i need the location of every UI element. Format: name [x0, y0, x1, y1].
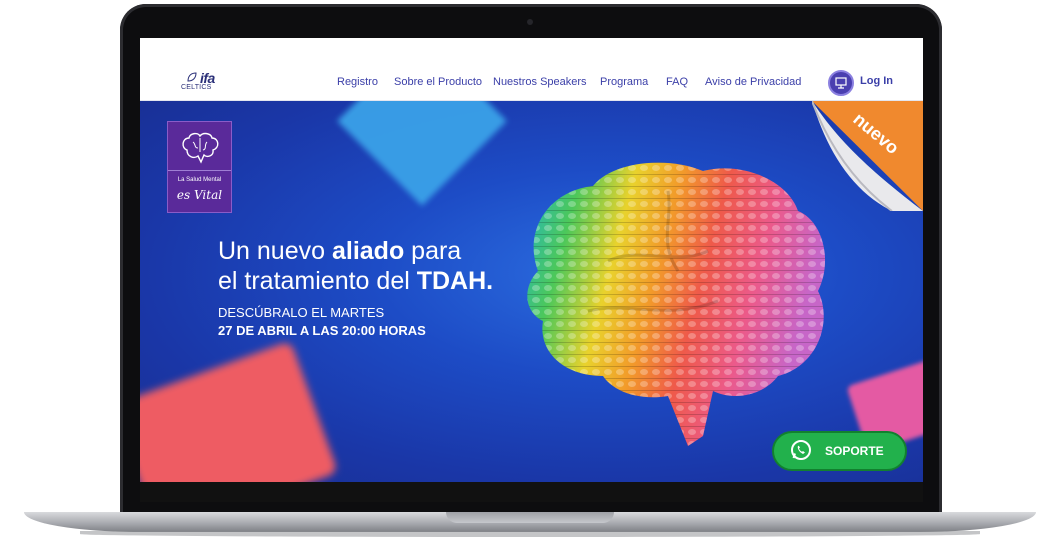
blurred-lego-block: [140, 340, 339, 482]
soporte-whatsapp-button[interactable]: SOPORTE: [772, 431, 907, 471]
blurred-lego-block: [337, 101, 507, 206]
headline-bold: aliado: [331, 237, 405, 265]
top-nav: ifa CELTICS Registro Sobre el Producto N…: [140, 38, 923, 101]
lego-brain-illustration: [527, 162, 826, 446]
badge-line1: La Salud Mental: [177, 177, 222, 183]
leaf-icon: [187, 72, 197, 82]
screen-bottom-bezel: [140, 482, 923, 502]
login-link[interactable]: Log In: [860, 75, 893, 87]
nav-faq[interactable]: FAQ: [666, 76, 688, 88]
headline-text: el tratamiento del: [218, 267, 417, 295]
camera: [527, 19, 533, 25]
nav-nuestros-speakers[interactable]: Nuestros Speakers: [493, 76, 587, 88]
nav-programa[interactable]: Programa: [600, 76, 648, 88]
user-icon[interactable]: [828, 70, 854, 96]
headline-text: Un nuevo: [218, 237, 332, 265]
event-date-intro: DESCÚBRALO EL MARTES: [218, 305, 385, 320]
logo-sub: CELTICS: [181, 84, 212, 91]
brain-icon: [182, 132, 219, 164]
hero-headline: Un nuevo aliado para el tratamiento del …: [218, 236, 493, 296]
soporte-label: SOPORTE: [825, 444, 884, 458]
nav-sobre-el-producto[interactable]: Sobre el Producto: [394, 76, 482, 88]
nuevo-corner-ribbon: nuevo: [812, 101, 923, 211]
ifa-celtics-logo[interactable]: ifa CELTICS: [180, 68, 226, 96]
badge-line2: es Vital: [176, 188, 223, 202]
badge-divider: [168, 170, 231, 171]
headline-bold: TDAH.: [416, 267, 494, 295]
nav-aviso-de-privacidad[interactable]: Aviso de Privacidad: [705, 76, 801, 88]
laptop-notch: [446, 512, 614, 523]
hero-banner: La Salud Mental es Vital Un nuevo aliado…: [140, 101, 923, 482]
whatsapp-icon: [791, 440, 811, 460]
salud-mental-badge: La Salud Mental es Vital: [167, 121, 232, 213]
browser-screen: ifa CELTICS Registro Sobre el Producto N…: [140, 38, 923, 482]
nav-registro[interactable]: Registro: [337, 76, 378, 88]
event-date: 27 DE ABRIL A LAS 20:00 HORAS: [218, 323, 426, 338]
laptop-shadow: [80, 531, 980, 537]
headline-text: para: [404, 237, 462, 265]
